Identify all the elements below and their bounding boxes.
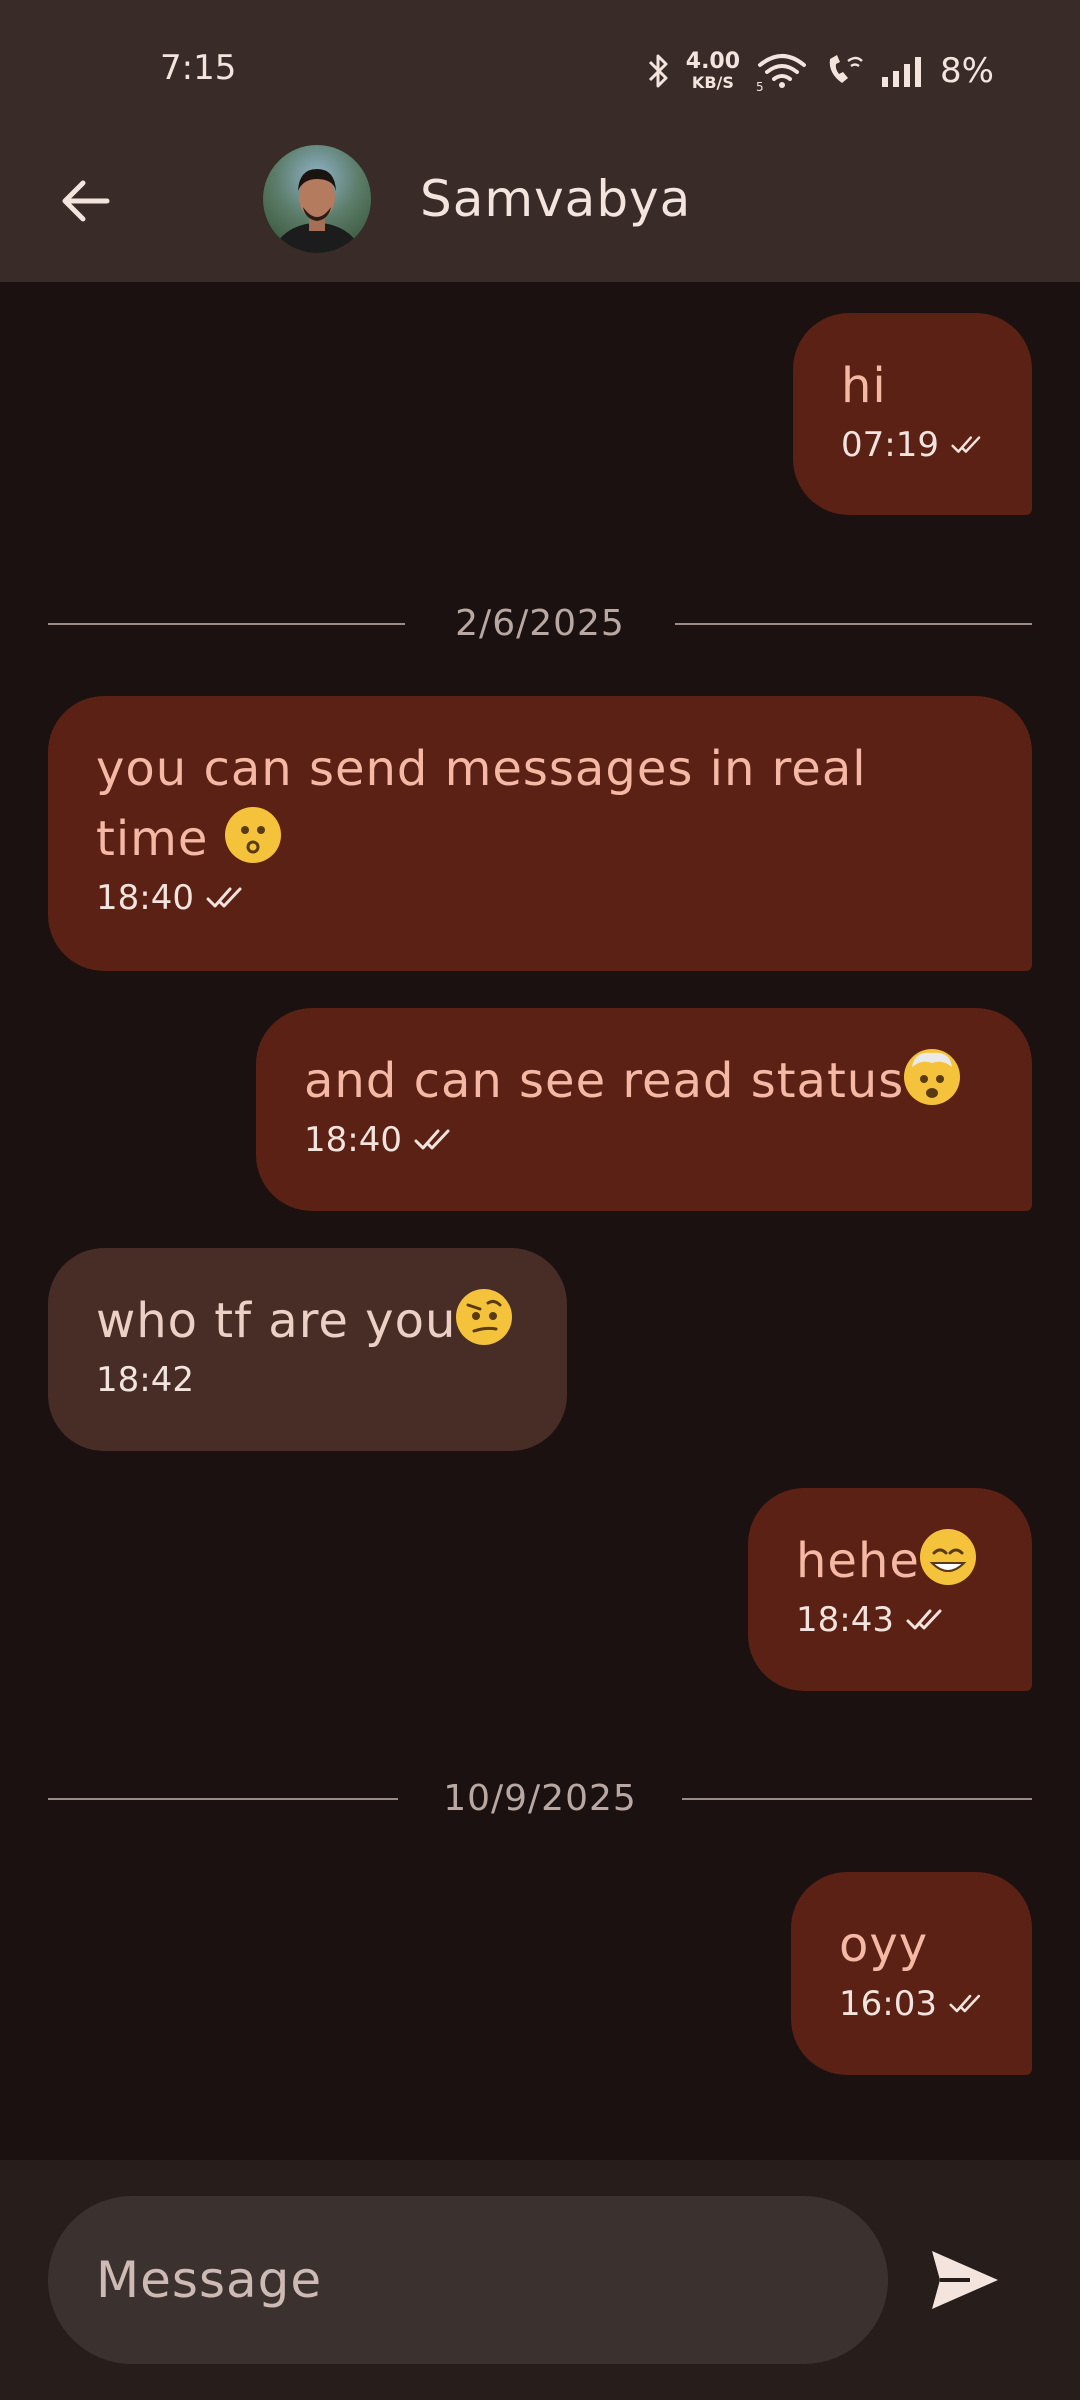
message-text: hehe xyxy=(796,1526,984,1596)
message-text: and can see read status xyxy=(304,1046,984,1116)
contact-name[interactable]: Samvabya xyxy=(420,170,691,228)
message-text-body: and can see read status xyxy=(304,1053,905,1109)
double-check-icon xyxy=(906,1609,942,1630)
grinning-face-emoji xyxy=(919,1529,976,1585)
contact-avatar[interactable] xyxy=(263,145,371,253)
message-text: hi xyxy=(841,358,887,414)
network-speed: 4.00 KB/S xyxy=(686,51,740,91)
send-icon xyxy=(932,2251,998,2309)
message-time: 18:42 xyxy=(96,1360,194,1400)
message-meta: 07:19 xyxy=(841,425,984,465)
exploding-head-emoji xyxy=(904,1049,961,1105)
message-text-body: you can send messages in real time xyxy=(96,741,867,867)
message-bubble[interactable]: hi 07:19 xyxy=(793,313,1032,515)
message-bubble[interactable]: who tf are you 18:42 xyxy=(48,1248,567,1451)
raised-eyebrow-face-emoji xyxy=(456,1289,513,1345)
message-bubble[interactable]: you can send messages in real time 18:40 xyxy=(48,696,1032,971)
message-text-body: who tf are you xyxy=(96,1293,457,1349)
message-composer xyxy=(0,2160,1080,2400)
double-check-icon xyxy=(949,1994,981,2013)
date-separator: 10/9/2025 xyxy=(48,1778,1032,1819)
message-meta: 18:40 xyxy=(304,1120,984,1160)
status-time: 7:15 xyxy=(160,48,237,88)
status-icons: 4.00 KB/S 5 8% xyxy=(648,46,994,96)
message-meta: 18:43 xyxy=(796,1600,984,1640)
bluetooth-icon xyxy=(648,53,670,89)
message-time: 18:40 xyxy=(96,878,194,918)
signal-icon xyxy=(880,55,924,87)
message-text: who tf are you xyxy=(96,1286,519,1356)
date-separator-label: 10/9/2025 xyxy=(443,1778,637,1819)
svg-text:5: 5 xyxy=(756,80,764,91)
double-check-icon xyxy=(951,436,981,453)
message-text: oyy xyxy=(839,1917,929,1973)
double-check-icon xyxy=(206,887,242,908)
network-speed-value: 4.00 xyxy=(685,49,741,74)
message-bubble[interactable]: and can see read status 18:40 xyxy=(256,1008,1032,1211)
arrow-left-icon xyxy=(62,180,110,222)
date-separator-label: 2/6/2025 xyxy=(455,603,625,644)
status-bar: 7:15 4.00 KB/S 5 8% xyxy=(0,0,1080,140)
message-meta: 18:40 xyxy=(96,878,984,918)
double-check-icon xyxy=(414,1129,450,1150)
message-time: 16:03 xyxy=(839,1984,937,2024)
chat-header: Samvabya xyxy=(0,140,1080,282)
message-input[interactable] xyxy=(48,2196,888,2364)
wifi-icon: 5 xyxy=(756,51,808,91)
wifi-call-icon xyxy=(824,53,864,89)
message-text: you can send messages in real time xyxy=(96,734,984,874)
network-speed-unit: KB/S xyxy=(691,73,734,92)
message-meta: 18:42 xyxy=(96,1360,519,1400)
message-time: 18:43 xyxy=(796,1600,894,1640)
date-separator: 2/6/2025 xyxy=(48,603,1032,644)
message-time: 18:40 xyxy=(304,1120,402,1160)
message-text-body: hehe xyxy=(796,1533,920,1589)
send-button[interactable] xyxy=(920,2240,1010,2320)
kissing-face-emoji xyxy=(224,807,281,863)
message-meta: 16:03 xyxy=(839,1984,984,2024)
message-bubble[interactable]: oyy 16:03 xyxy=(791,1872,1032,2075)
back-button[interactable] xyxy=(50,166,120,236)
battery-percentage: 8% xyxy=(940,51,994,91)
message-bubble[interactable]: hehe 18:43 xyxy=(748,1488,1032,1691)
message-time: 07:19 xyxy=(841,425,939,465)
